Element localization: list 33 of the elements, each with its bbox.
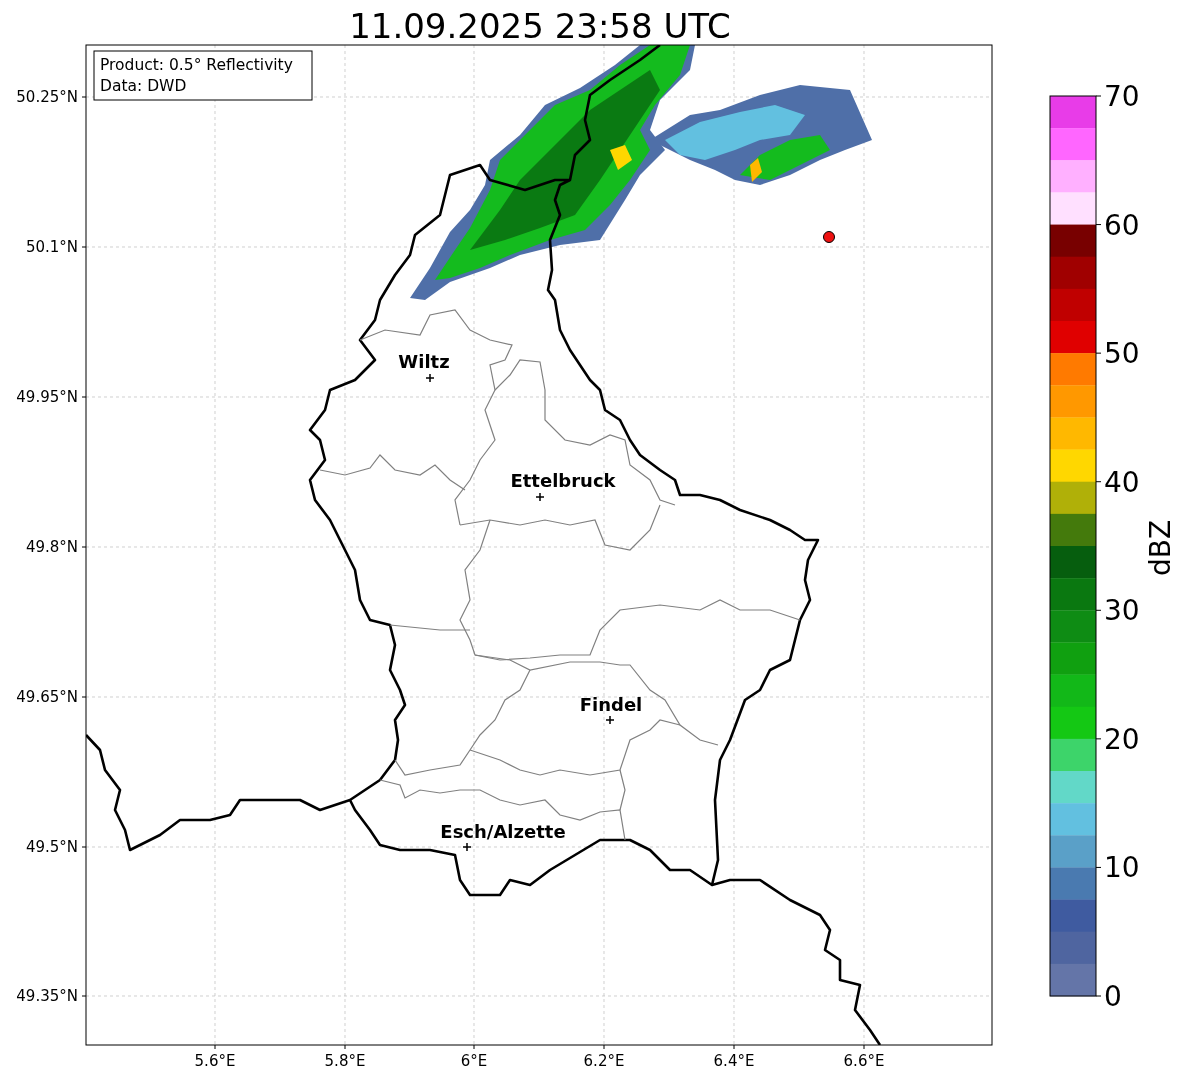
latitude-label: 49.95°N [16, 388, 78, 406]
colorbar-tick-label: 70 [1104, 80, 1140, 113]
latitude-label: 49.35°N [16, 987, 78, 1005]
latitude-label: 50.1°N [25, 238, 78, 256]
city-marker-icon [535, 492, 545, 502]
longitude-label: 6.6°E [843, 1052, 885, 1070]
latitude-label: 49.8°N [25, 538, 78, 556]
colorbar-tick-label: 60 [1104, 208, 1140, 242]
longitude-label: 6.4°E [713, 1052, 755, 1070]
city-marker-icon [605, 715, 615, 725]
colorbar-tick-label: 10 [1104, 851, 1140, 885]
colorbar-tick-label: 40 [1104, 465, 1140, 499]
colorbar-tick-label: 50 [1104, 337, 1140, 371]
longitude-label: 5.6°E [194, 1052, 236, 1070]
colorbar-tick-label: 0 [1104, 980, 1122, 1013]
colorbar-tick-label: 30 [1104, 594, 1140, 628]
colorbar-label: dBZ [1144, 519, 1177, 577]
city-label: Ettelbruck [510, 470, 616, 491]
latitude-label: 50.25°N [16, 88, 78, 106]
colorbar-tick-label: 20 [1104, 722, 1140, 756]
city-marker-icon [462, 842, 472, 852]
chart-title: 11.09.2025 23:58 UTC [349, 6, 731, 46]
city-label: Esch/Alzette [440, 821, 566, 842]
city-label: Wiltz [398, 351, 450, 372]
longitude-label: 6°E [460, 1052, 488, 1070]
longitude-label: 6.2°E [583, 1052, 625, 1070]
latitude-label: 49.65°N [16, 688, 78, 706]
city-marker-icon [425, 373, 435, 383]
longitude-label: 5.8°E [324, 1052, 366, 1070]
city-label: Findel [579, 694, 643, 715]
latitude-label: 49.5°N [25, 838, 78, 856]
info-text: Data: DWD [100, 77, 187, 95]
info-text: Product: 0.5° Reflectivity [100, 56, 293, 74]
